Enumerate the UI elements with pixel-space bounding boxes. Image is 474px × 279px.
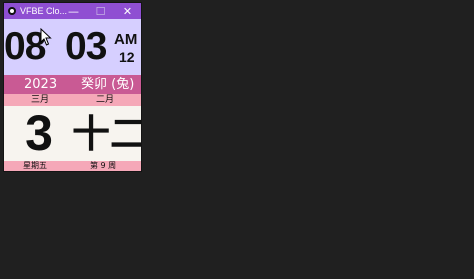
close-button[interactable]: ✕ [114,3,141,19]
footer-row: 星期五 第 9 周 [4,161,141,171]
weekday-label: 星期五 [23,161,47,170]
year-row: 2023 癸卯 (兔) [4,75,141,94]
ampm-indicator: AM [114,31,138,48]
lunar-year-value: 癸卯 (兔) [81,77,135,92]
day-panel: 3 十二 [4,106,141,161]
time-panel: 08 03 AM 12 [4,19,141,75]
lunar-month: 二月 [96,95,115,105]
year-value: 2023 [24,77,58,92]
day-number: 3 [25,105,53,161]
close-icon: ✕ [122,4,133,18]
maximize-icon: ☐ [95,4,106,18]
window-titlebar[interactable]: VFBE Clo... — ☐ ✕ [4,3,141,19]
seconds-display: 12 [119,49,135,65]
maximize-button[interactable]: ☐ [87,3,114,19]
minute-display: 03 [65,25,107,68]
minimize-button[interactable]: — [60,3,87,19]
clock-app-icon [8,7,16,15]
window-controls: — ☐ ✕ [60,3,141,19]
vfbe-clock-window: VFBE Clo... — ☐ ✕ 08 03 AM 12 2023 癸卯 (兔… [4,3,141,171]
lunar-day: 十二 [72,112,141,156]
minimize-icon: — [68,4,79,18]
week-number-label: 第 9 周 [90,161,117,170]
mouse-cursor-icon [40,28,52,46]
